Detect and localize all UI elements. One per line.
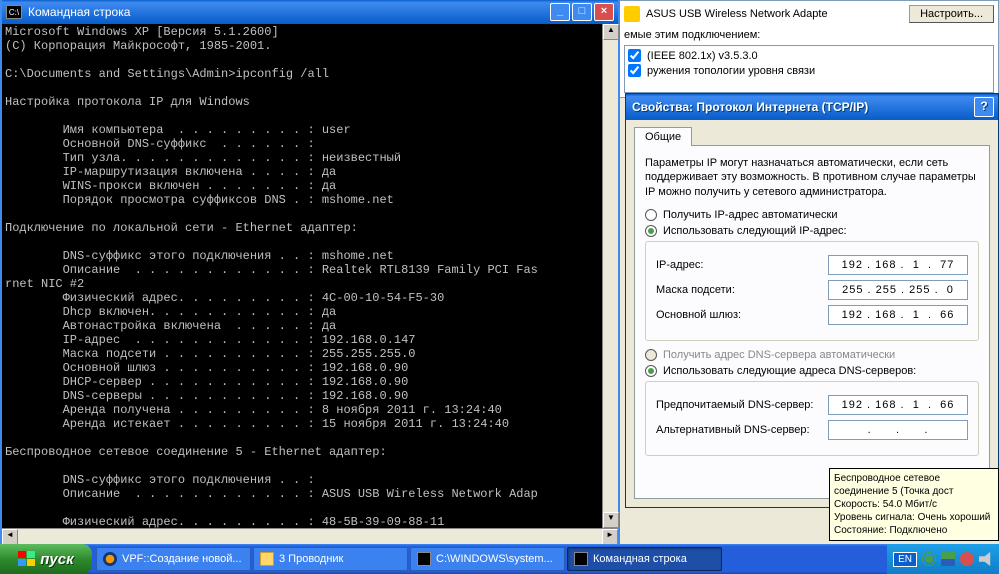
cmd-title-text: Командная строка — [28, 5, 130, 19]
tcpip-description: Параметры IP могут назначаться автоматич… — [645, 156, 979, 199]
scroll-up-icon[interactable]: ▲ — [603, 24, 619, 40]
tooltip-line: Скорость: 54.0 Мбит/с — [834, 498, 994, 511]
radio-auto-ip-label: Получить IP-адрес автоматически — [663, 209, 837, 221]
ip-group: IP-адрес: Маска подсети: Основной шлюз: — [645, 241, 979, 341]
cmd-icon — [417, 552, 431, 566]
folder-icon — [260, 552, 274, 566]
cmd-icon — [574, 552, 588, 566]
radio-manual-dns[interactable]: Использовать следующие адреса DNS-сервер… — [645, 365, 979, 377]
windows-logo-icon — [18, 551, 36, 567]
ip-input[interactable] — [828, 255, 968, 275]
taskbar-item-cmd[interactable]: Командная строка — [567, 547, 722, 571]
scrollbar-horizontal[interactable]: ◄ ► — [2, 528, 618, 544]
scrollbar-vertical[interactable]: ▲ ▼ — [602, 24, 618, 528]
taskbar-label: VPF::Создание новой... — [122, 553, 242, 565]
radio-manual-ip[interactable]: Использовать следующий IP-адрес: — [645, 225, 979, 237]
radio-auto-dns: Получить адрес DNS-сервера автоматически — [645, 349, 979, 361]
radio-auto-dns-label: Получить адрес DNS-сервера автоматически — [663, 349, 895, 361]
close-button[interactable]: × — [594, 3, 614, 21]
minimize-button[interactable]: _ — [550, 3, 570, 21]
language-indicator[interactable]: EN — [893, 552, 917, 567]
scroll-down-icon[interactable]: ▼ — [603, 512, 619, 528]
radio-auto-ip[interactable]: Получить IP-адрес автоматически — [645, 209, 979, 221]
device-icon — [624, 6, 640, 22]
tooltip-line: Состояние: Подключено — [834, 524, 994, 537]
dns2-label: Альтернативный DNS-сервер: — [656, 424, 828, 436]
cmd-titlebar[interactable]: C:\ Командная строка _ □ × — [2, 0, 618, 24]
topo-item: ружения топологии уровня связи — [647, 65, 815, 77]
cmd-icon: C:\ — [6, 5, 22, 19]
start-button[interactable]: пуск — [0, 544, 92, 574]
system-tray: EN — [887, 544, 999, 574]
radio-icon — [645, 225, 657, 237]
tooltip-line: Уровень сигнала: Очень хороший — [834, 511, 994, 524]
dns2-input[interactable] — [828, 420, 968, 440]
tooltip-line: Беспроводное сетевое соединение 5 (Точка… — [834, 472, 994, 498]
scroll-right-icon[interactable]: ► — [602, 529, 618, 545]
adapter-name: ASUS USB Wireless Network Adapte — [646, 8, 828, 20]
scroll-left-icon[interactable]: ◄ — [2, 529, 18, 545]
configure-button[interactable]: Настроить... — [909, 5, 994, 23]
proto-checkbox[interactable] — [628, 49, 641, 62]
start-label: пуск — [40, 551, 73, 568]
firefox-icon — [103, 552, 117, 566]
radio-icon — [645, 349, 657, 361]
used-by-label: емые этим подключением: — [624, 29, 994, 41]
mask-label: Маска подсети: — [656, 284, 828, 296]
volume-icon[interactable] — [979, 552, 993, 566]
tcpip-title-text: Свойства: Протокол Интернета (TCP/IP) — [632, 100, 868, 114]
radio-icon — [645, 209, 657, 221]
gateway-label: Основной шлюз: — [656, 309, 828, 321]
radio-manual-ip-label: Использовать следующий IP-адрес: — [663, 225, 847, 237]
radio-icon — [645, 365, 657, 377]
taskbar-item-firefox[interactable]: VPF::Создание новой... — [96, 547, 251, 571]
taskbar-label: C:\WINDOWS\system... — [436, 553, 553, 565]
dns1-input[interactable] — [828, 395, 968, 415]
ieee-item: (IEEE 802.1x) v3.5.3.0 — [647, 50, 758, 62]
tray-tooltip: Беспроводное сетевое соединение 5 (Точка… — [829, 468, 999, 541]
dns-group: Предпочитаемый DNS-сервер: Альтернативны… — [645, 381, 979, 456]
help-button[interactable]: ? — [974, 97, 994, 117]
taskbar-item-system[interactable]: C:\WINDOWS\system... — [410, 547, 565, 571]
cmd-output[interactable]: Microsoft Windows XP [Версия 5.1.2600] (… — [2, 24, 618, 544]
ip-label: IP-адрес: — [656, 259, 828, 271]
command-prompt-window: C:\ Командная строка _ □ × Microsoft Win… — [0, 0, 620, 546]
tab-general[interactable]: Общие — [634, 127, 692, 146]
network-connection-props: ASUS USB Wireless Network Adapte Настрои… — [619, 0, 999, 98]
taskbar-label: 3 Проводник — [279, 553, 343, 565]
wireless-icon[interactable] — [922, 552, 936, 566]
tcpip-titlebar[interactable]: Свойства: Протокол Интернета (TCP/IP) ? — [626, 94, 998, 120]
dns1-label: Предпочитаемый DNS-сервер: — [656, 399, 828, 411]
proto-checkbox[interactable] — [628, 64, 641, 77]
shield-icon[interactable] — [960, 552, 974, 566]
taskbar-item-explorer[interactable]: 3 Проводник — [253, 547, 408, 571]
tcpip-properties-window: Свойства: Протокол Интернета (TCP/IP) ? … — [625, 93, 999, 508]
network-icon[interactable] — [941, 552, 955, 566]
taskbar: пуск VPF::Создание новой... 3 Проводник … — [0, 544, 999, 574]
gateway-input[interactable] — [828, 305, 968, 325]
mask-input[interactable] — [828, 280, 968, 300]
taskbar-label: Командная строка — [593, 553, 687, 565]
radio-manual-dns-label: Использовать следующие адреса DNS-сервер… — [663, 365, 916, 377]
maximize-button[interactable]: □ — [572, 3, 592, 21]
